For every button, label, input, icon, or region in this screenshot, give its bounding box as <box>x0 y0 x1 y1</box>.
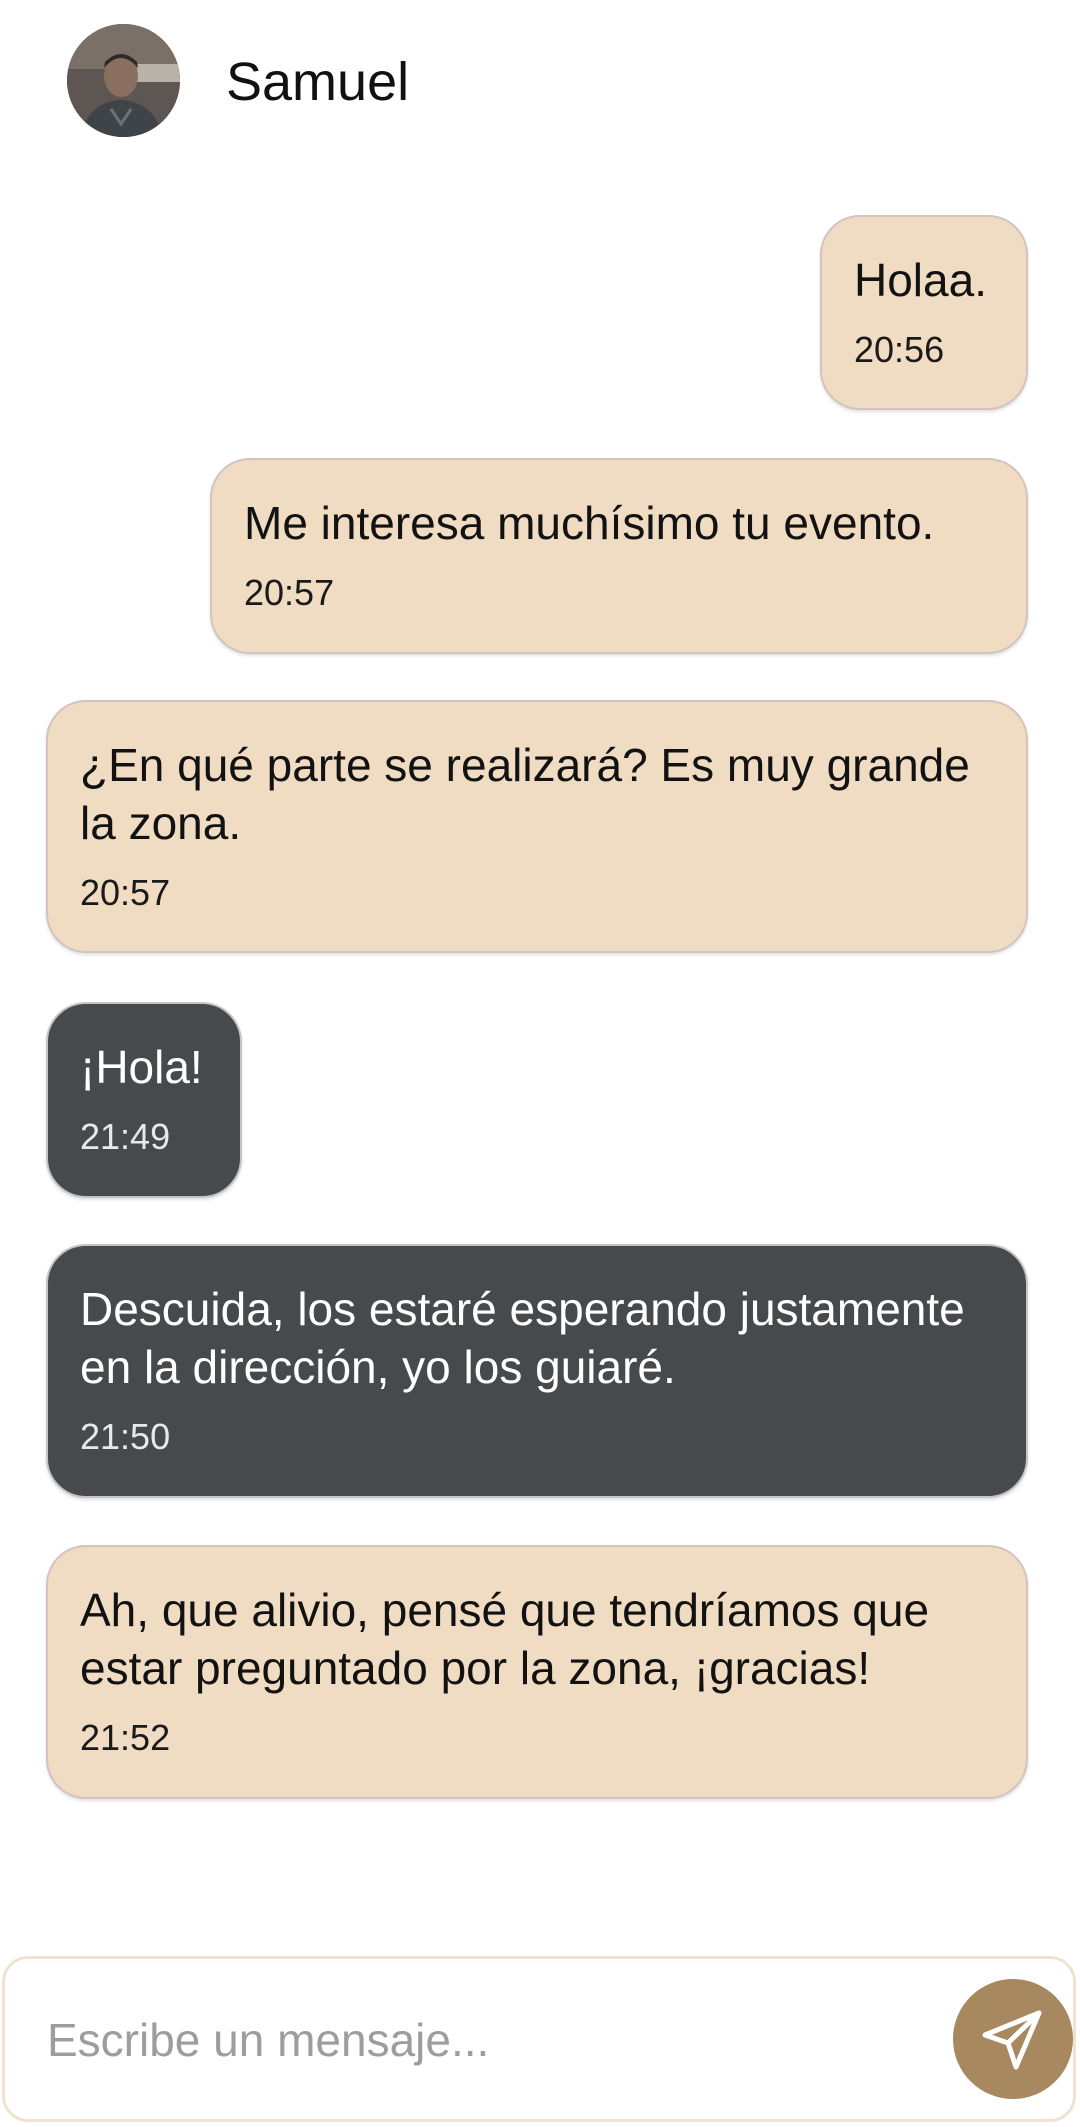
send-icon <box>982 2010 1042 2070</box>
message-time: 20:57 <box>80 872 171 913</box>
message-time: 21:50 <box>80 1416 171 1457</box>
message-time: 21:52 <box>80 1717 171 1758</box>
avatar-photo-icon <box>67 24 180 137</box>
message-time: 21:49 <box>80 1116 171 1157</box>
message-bubble-received[interactable]: Descuida, los estaré esperando justament… <box>46 1244 1028 1498</box>
message-text: Holaa. <box>854 254 987 306</box>
message-bubble-sent[interactable]: Ah, que alivio, pensé que tendríamos que… <box>46 1545 1028 1799</box>
send-button[interactable] <box>953 1979 1073 2099</box>
message-bubble-sent[interactable]: Me interesa muchísimo tu evento. 20:57 <box>210 458 1028 654</box>
message-text: ¿En qué parte se realizará? Es muy grand… <box>80 739 983 849</box>
message-input[interactable] <box>45 2004 929 2076</box>
message-bubble-received[interactable]: ¡Hola! 21:49 <box>46 1002 242 1198</box>
chat-header: Samuel <box>0 0 1080 165</box>
message-bubble-sent[interactable]: ¿En qué parte se realizará? Es muy grand… <box>46 700 1028 953</box>
contact-avatar[interactable] <box>67 24 180 137</box>
message-composer <box>2 1956 1076 2122</box>
message-time: 20:57 <box>244 572 335 613</box>
message-text: Descuida, los estaré esperando justament… <box>80 1283 978 1393</box>
message-text: Me interesa muchísimo tu evento. <box>244 497 935 549</box>
contact-name: Samuel <box>226 52 410 112</box>
message-text: ¡Hola! <box>80 1041 203 1093</box>
message-time: 20:56 <box>854 329 945 370</box>
message-bubble-sent[interactable]: Holaa. 20:56 <box>820 215 1028 410</box>
message-text: Ah, que alivio, pensé que tendríamos que… <box>80 1584 942 1694</box>
